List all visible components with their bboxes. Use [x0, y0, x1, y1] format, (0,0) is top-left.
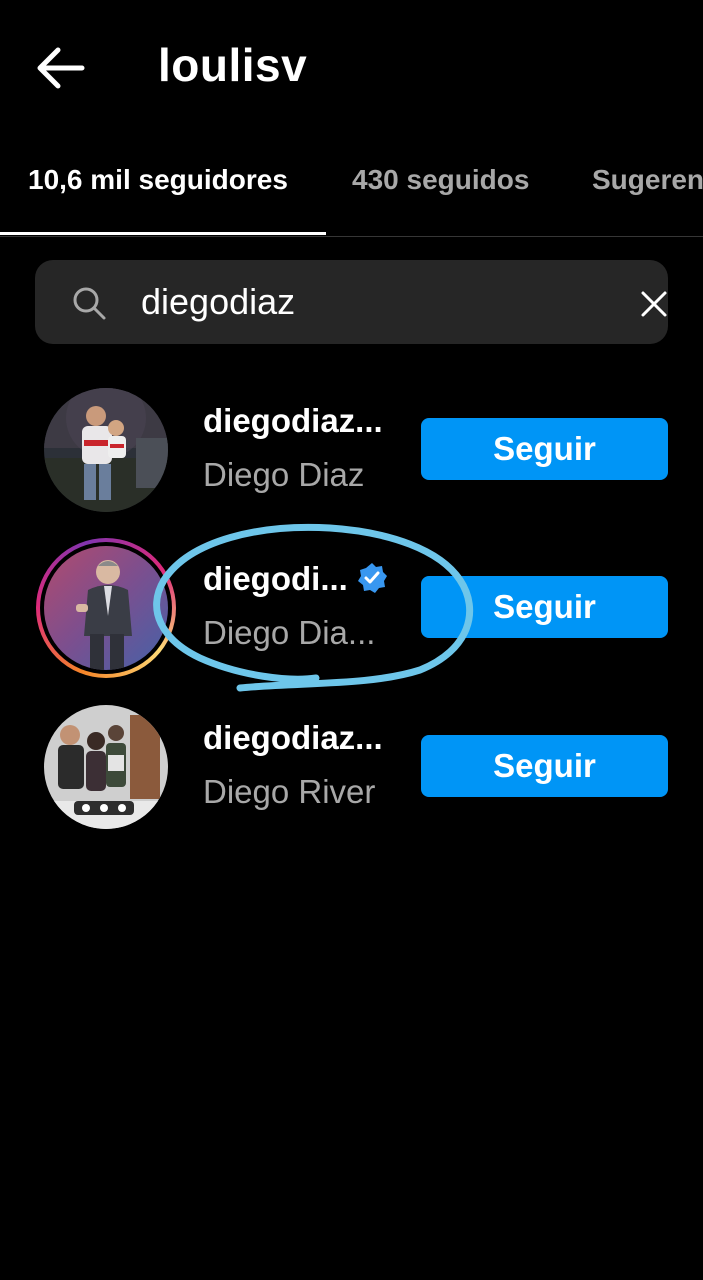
full-name: Diego River	[203, 773, 376, 810]
username: diegodiaz...	[203, 402, 383, 439]
username-text: diegodi...	[203, 560, 348, 597]
username: diegodiaz...	[203, 719, 383, 756]
back-button[interactable]	[30, 44, 90, 92]
avatar[interactable]	[44, 705, 168, 829]
tab-following[interactable]: 430 seguidos	[352, 164, 529, 196]
tab-bar: 10,6 mil seguidores 430 seguidos Sugeren…	[0, 150, 703, 237]
close-icon[interactable]	[639, 289, 669, 319]
profile-photo	[44, 705, 168, 829]
tab-followers[interactable]: 10,6 mil seguidores	[28, 164, 288, 196]
full-name: Diego Dia...	[203, 614, 376, 651]
story-ring[interactable]	[36, 538, 176, 678]
list-item[interactable]: diegodiaz... Diego River Seguir	[0, 697, 703, 837]
verified-badge-icon	[357, 563, 387, 593]
list-item[interactable]: diegodi... Diego Dia... Seguir	[0, 538, 703, 678]
list-item[interactable]: diegodiaz... Diego Diaz Seguir	[0, 380, 703, 520]
page-title: loulisv	[158, 39, 308, 91]
arrow-left-icon	[37, 47, 85, 89]
follow-button[interactable]: Seguir	[421, 735, 668, 797]
username: diegodi...	[203, 560, 388, 598]
search-input[interactable]	[141, 277, 561, 327]
profile-photo	[44, 546, 168, 670]
top-bar: loulisv	[0, 0, 703, 135]
tab-suggestions[interactable]: Sugerencias	[592, 164, 703, 196]
follow-button[interactable]: Seguir	[421, 418, 668, 480]
search-bar[interactable]	[35, 260, 668, 344]
search-icon	[73, 287, 106, 320]
full-name: Diego Diaz	[203, 456, 365, 493]
follow-button[interactable]: Seguir	[421, 576, 668, 638]
profile-photo	[44, 388, 168, 512]
active-tab-indicator	[0, 232, 326, 235]
followers-search-screen: loulisv 10,6 mil seguidores 430 seguidos…	[0, 0, 703, 1280]
avatar	[44, 546, 168, 670]
avatar[interactable]	[44, 388, 168, 512]
